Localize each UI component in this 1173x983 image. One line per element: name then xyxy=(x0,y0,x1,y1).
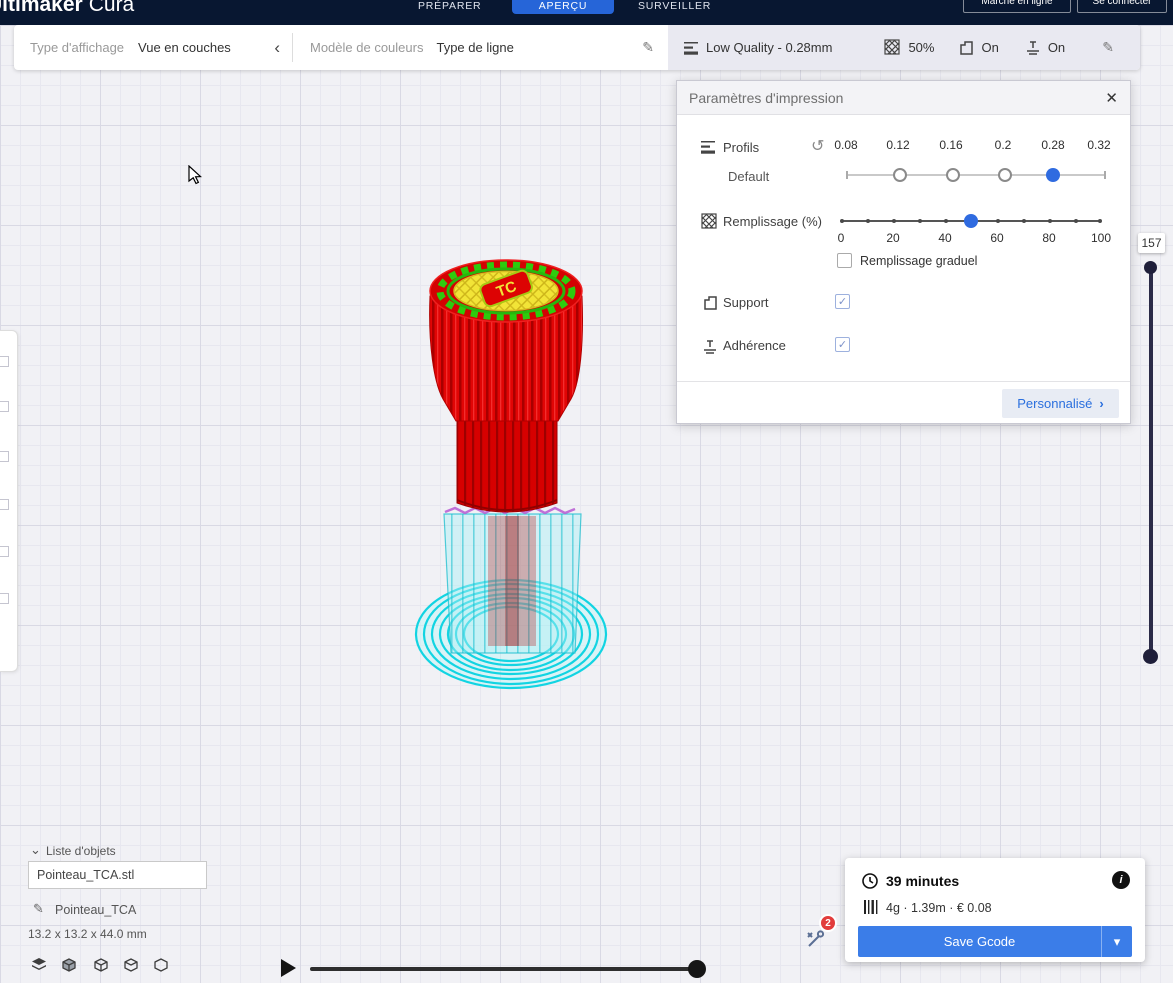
profile-tick-labels: 0.08 0.12 0.16 0.2 0.28 0.32 xyxy=(846,138,1106,152)
rename-pencil-icon[interactable]: ✎ xyxy=(33,901,44,917)
layers-view-icon[interactable] xyxy=(30,957,48,974)
solid-view-icon[interactable] xyxy=(60,957,78,974)
object-dimensions: 13.2 x 13.2 x 44.0 mm xyxy=(28,927,147,941)
adhesion-icon xyxy=(1025,39,1041,56)
chevron-down-icon: ▾ xyxy=(1114,934,1121,950)
edit-settings-pencil-icon[interactable]: ✎ xyxy=(1102,39,1114,56)
profile-slider[interactable] xyxy=(846,174,1106,176)
mouse-cursor xyxy=(188,165,204,185)
checkbox-check-icon: ✓ xyxy=(838,295,847,308)
adhesion-icon xyxy=(702,338,718,355)
checkbox-check-icon: ✓ xyxy=(838,338,847,351)
infill-slider-handle[interactable] xyxy=(964,214,978,228)
gradual-infill-checkbox[interactable] xyxy=(837,253,852,268)
view-options-toolbar: Type d'affichage Vue en couches ‹ Modèle… xyxy=(14,25,1140,70)
slider-end-tick xyxy=(1104,171,1106,179)
object-list-title[interactable]: Liste d'objets xyxy=(46,844,116,858)
object-name-label: Pointeau_TCA xyxy=(55,903,136,917)
profiles-icon xyxy=(701,139,717,155)
display-type-label: Type d'affichage xyxy=(30,40,124,55)
custom-settings-button[interactable]: Personnalisé › xyxy=(1002,389,1119,418)
app-logo: UltimakerCura xyxy=(0,0,134,17)
display-type-selector[interactable]: Type d'affichage Vue en couches ‹ xyxy=(14,25,292,70)
layer-slider-top-handle[interactable] xyxy=(1144,261,1157,274)
display-type-value: Vue en couches xyxy=(138,40,231,55)
infill-label: Remplissage (%) xyxy=(723,214,822,229)
save-options-dropdown[interactable]: ▾ xyxy=(1101,926,1132,957)
model-crown: TC xyxy=(430,260,582,322)
support-checkbox[interactable]: ✓ xyxy=(835,294,850,309)
simulation-timeline-handle[interactable] xyxy=(688,960,706,978)
support-label: Support xyxy=(723,295,769,310)
infill-icon xyxy=(701,213,718,230)
model-support xyxy=(444,508,581,653)
clock-icon xyxy=(861,872,879,890)
summary-infill: 50% xyxy=(908,40,934,55)
summary-adhesion: On xyxy=(1048,40,1065,55)
print-settings-summary[interactable]: Low Quality - 0.28mm 50% On On ✎ xyxy=(668,25,1140,70)
adhesion-checkbox[interactable]: ✓ xyxy=(835,337,850,352)
profile-name-label: Default xyxy=(728,169,769,184)
profile-stop-016[interactable] xyxy=(946,168,960,182)
panel-header: Paramètres d'impression ✕ xyxy=(677,81,1130,115)
edit-pencil-icon[interactable]: ✎ xyxy=(642,39,654,56)
tab-prepare[interactable]: PRÉPARER xyxy=(418,0,481,12)
color-scheme-value: Type de ligne xyxy=(436,40,513,55)
infill-icon xyxy=(884,39,901,56)
caret-down-icon[interactable]: ⌄ xyxy=(30,842,41,858)
object-name-input[interactable] xyxy=(28,861,207,889)
color-scheme-selector[interactable]: Modèle de couleurs Type de ligne ✎ xyxy=(293,25,668,70)
material-usage: 4g · 1.39m · € 0.08 xyxy=(886,901,992,915)
panel-footer-divider xyxy=(677,381,1130,382)
profile-stop-012[interactable] xyxy=(893,168,907,182)
play-icon[interactable] xyxy=(278,957,298,979)
save-gcode-button[interactable]: Save Gcode ▾ xyxy=(858,926,1132,957)
top-header-bar: UltimakerCura PRÉPARER APERÇU SURVEILLER… xyxy=(0,0,1173,25)
sign-in-button[interactable]: Se connecter xyxy=(1077,0,1167,13)
infill-tick-labels: 0 20 40 60 80 100 xyxy=(841,231,1101,245)
chevron-right-icon: › xyxy=(1099,396,1103,411)
error-count-badge: 2 xyxy=(819,914,837,932)
profiles-label: Profils xyxy=(723,140,759,155)
model-shaft xyxy=(457,414,557,512)
wireframe-view-icon[interactable] xyxy=(152,957,170,974)
summary-support: On xyxy=(981,40,998,55)
summary-profile: Low Quality - 0.28mm xyxy=(706,40,832,55)
panel-title: Paramètres d'impression xyxy=(689,90,1105,106)
print-info-panel: 39 minutes i 4g · 1.39m · € 0.08 Save Gc… xyxy=(845,858,1145,962)
color-scheme-label: Modèle de couleurs xyxy=(310,40,423,55)
chevron-left-icon[interactable]: ‹ xyxy=(274,39,280,56)
support-icon xyxy=(958,40,974,56)
layer-slider-track[interactable] xyxy=(1149,262,1153,658)
left-toolbar-partial[interactable] xyxy=(0,330,18,672)
layer-height-icon xyxy=(684,40,700,56)
gradual-infill-label: Remplissage graduel xyxy=(860,254,977,268)
undo-icon[interactable]: ↺ xyxy=(811,136,824,156)
slider-end-tick xyxy=(846,171,848,179)
tab-monitor[interactable]: SURVEILLER xyxy=(638,0,711,12)
support-icon xyxy=(702,295,718,311)
layer-slider-bottom-handle[interactable] xyxy=(1143,649,1158,664)
preview-view-icon[interactable] xyxy=(122,957,140,974)
tools-icon[interactable] xyxy=(804,928,826,950)
profile-stop-020[interactable] xyxy=(998,168,1012,182)
info-icon[interactable]: i xyxy=(1112,871,1130,889)
infill-slider[interactable] xyxy=(841,220,1101,222)
print-settings-panel: Paramètres d'impression ✕ Profils ↺ 0.08… xyxy=(676,80,1131,424)
sliced-model[interactable]: TC xyxy=(395,235,625,700)
tab-preview[interactable]: APERÇU xyxy=(512,0,614,14)
adhesion-label: Adhérence xyxy=(723,338,786,353)
close-icon[interactable]: ✕ xyxy=(1105,89,1118,107)
network-status-button[interactable]: Marche en ligne xyxy=(963,0,1071,13)
xray-view-icon[interactable] xyxy=(92,957,110,974)
simulation-timeline-track[interactable] xyxy=(310,967,700,971)
material-icon xyxy=(864,900,880,915)
print-time: 39 minutes xyxy=(886,873,959,889)
cura-app: TC UltimakerCura PRÉPARER APERÇU SURVEIL… xyxy=(0,0,1173,983)
current-layer-readout: 157 xyxy=(1138,233,1165,253)
profile-slider-handle[interactable] xyxy=(1046,168,1060,182)
